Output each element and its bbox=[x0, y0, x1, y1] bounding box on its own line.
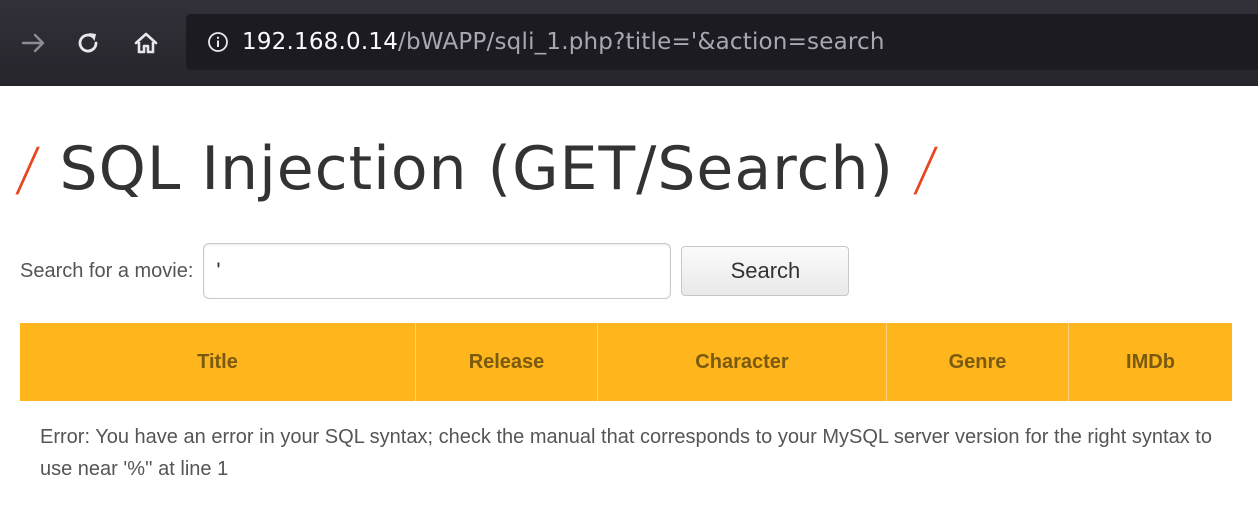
url-host: 192.168.0.14 bbox=[242, 29, 399, 55]
results-table: Title Release Character Genre IMDb Error… bbox=[20, 323, 1232, 495]
search-button[interactable]: Search bbox=[681, 246, 850, 296]
column-character: Character bbox=[597, 323, 887, 401]
info-icon-svg bbox=[208, 32, 228, 52]
info-icon[interactable] bbox=[204, 28, 232, 56]
url-path: /bWAPP/sqli_1.php?title='&action=search bbox=[398, 29, 885, 55]
results-table-body: Error: You have an error in your SQL syn… bbox=[20, 401, 1232, 495]
url-text[interactable]: 192.168.0.14/bWAPP/sqli_1.php?title='&ac… bbox=[242, 29, 885, 55]
heading-slash-right: / bbox=[911, 135, 941, 203]
reload-icon[interactable] bbox=[70, 22, 106, 64]
page-title: SQL Injection (GET/Search) bbox=[59, 134, 894, 204]
home-icon[interactable] bbox=[128, 22, 164, 64]
reload-icon-svg bbox=[78, 33, 98, 53]
column-release: Release bbox=[415, 323, 598, 401]
column-title: Title bbox=[20, 323, 416, 401]
address-bar[interactable]: 192.168.0.14/bWAPP/sqli_1.php?title='&ac… bbox=[186, 14, 1258, 70]
header-row: Title Release Character Genre IMDb bbox=[20, 323, 1232, 401]
heading-slash-left: / bbox=[13, 135, 43, 203]
search-input[interactable] bbox=[203, 243, 672, 299]
table-row: Error: You have an error in your SQL syn… bbox=[20, 401, 1232, 495]
results-table-header: Title Release Character Genre IMDb bbox=[20, 323, 1232, 401]
home-icon-svg bbox=[134, 32, 158, 54]
arrow-right-icon[interactable] bbox=[16, 22, 52, 64]
search-label: Search for a movie: bbox=[20, 259, 194, 282]
browser-toolbar: 192.168.0.14/bWAPP/sqli_1.php?title='&ac… bbox=[0, 0, 1258, 86]
column-imdb: IMDb bbox=[1068, 323, 1232, 401]
search-form: Search for a movie: Search bbox=[20, 240, 850, 302]
column-genre: Genre bbox=[886, 323, 1069, 401]
page-heading: / SQL Injection (GET/Search) / bbox=[13, 128, 940, 210]
sql-error-message: Error: You have an error in your SQL syn… bbox=[40, 426, 1212, 480]
arrow-right-icon-svg bbox=[21, 33, 45, 53]
